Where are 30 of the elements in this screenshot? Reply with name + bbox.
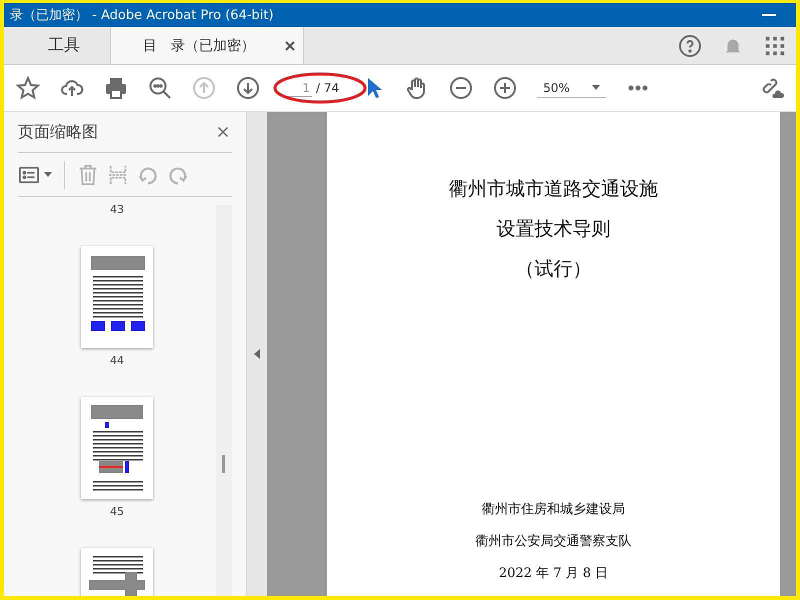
document-date: 2022 年 7 月 8 日 bbox=[498, 565, 608, 582]
zoom-out-icon[interactable] bbox=[449, 76, 474, 100]
star-icon[interactable] bbox=[16, 76, 40, 100]
panel-title: 页面缩略图 bbox=[18, 122, 98, 142]
next-page-icon[interactable] bbox=[236, 76, 260, 100]
page-thumbnail[interactable] bbox=[81, 246, 153, 348]
help-icon[interactable] bbox=[678, 34, 702, 58]
options-button[interactable] bbox=[18, 164, 52, 184]
zoom-in-icon[interactable] bbox=[493, 76, 518, 100]
close-icon[interactable] bbox=[285, 40, 295, 50]
page-thumbnail[interactable] bbox=[81, 397, 153, 499]
window-title: 录（已加密） - Adobe Acrobat Pro (64-bit) bbox=[10, 7, 274, 24]
document-title: （试行） bbox=[516, 257, 592, 282]
search-icon[interactable] bbox=[148, 76, 172, 100]
printer-icon[interactable] bbox=[104, 76, 128, 100]
issuer-text: 衢州市住房和城乡建设局 bbox=[482, 501, 625, 518]
document-title: 衢州市城市道路交通设施 bbox=[449, 177, 658, 202]
document-tab[interactable]: 目 录（已加密） bbox=[110, 27, 304, 64]
panel-collapse-handle[interactable] bbox=[246, 112, 267, 596]
document-tab[interactable]: 工具 bbox=[18, 27, 110, 64]
zoom-dropdown[interactable]: 50% bbox=[537, 78, 606, 98]
document-title: 设置技术导则 bbox=[496, 217, 610, 242]
link-cloud-icon[interactable] bbox=[760, 76, 784, 100]
page-number-label: 45 bbox=[110, 505, 124, 518]
page-number-label: 43 bbox=[110, 203, 124, 216]
page-count: / 74 bbox=[316, 81, 340, 95]
app-grid-icon[interactable] bbox=[764, 34, 786, 56]
page-number-label: 44 bbox=[110, 354, 124, 367]
scrollbar[interactable] bbox=[216, 205, 232, 596]
issuer-text: 衢州市公安局交通警察支队 bbox=[476, 533, 632, 550]
